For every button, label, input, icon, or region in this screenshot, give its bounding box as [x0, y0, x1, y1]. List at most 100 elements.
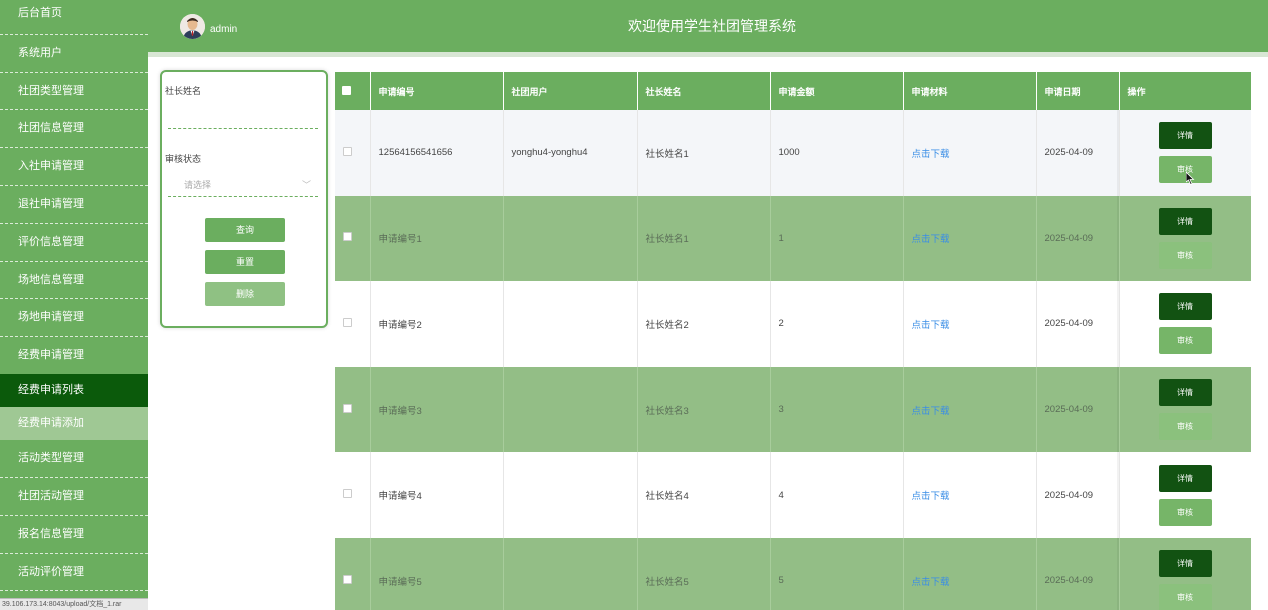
table-header-row: 申请编号 社团用户 社长姓名 申请金额 申请材料 申请日期 操作	[335, 72, 1251, 110]
detail-button[interactable]: 详情	[1158, 379, 1212, 407]
header-operations: 操作	[1119, 72, 1251, 110]
select-all-checkbox[interactable]	[342, 85, 351, 95]
cell-president: 社长姓名1	[637, 195, 771, 282]
cell-amount: 3	[770, 366, 904, 453]
header-date: 申请日期	[1036, 72, 1120, 110]
header-president-name: 社长姓名	[637, 72, 771, 110]
table-row: 申请编号5 社长姓名5 5 点击下载 2025-04-09 详情审核	[335, 537, 1251, 610]
sidebar-item-venue-application[interactable]: 场地申请管理	[0, 299, 148, 338]
cell-date: 2025-04-09	[1036, 537, 1120, 610]
sidebar-item-home[interactable]: 后台首页	[0, 0, 148, 35]
audit-status-underline	[168, 196, 318, 197]
sidebar-item-funding-application[interactable]: 经费申请管理	[0, 337, 148, 374]
row-checkbox[interactable]	[343, 317, 352, 327]
sidebar-item-activity-type[interactable]: 活动类型管理	[0, 440, 148, 478]
cell-user	[503, 537, 638, 610]
download-link[interactable]: 点击下载	[912, 320, 950, 331]
audit-button[interactable]: 审核	[1158, 156, 1212, 184]
cell-president: 社长姓名2	[637, 281, 771, 367]
download-link[interactable]: 点击下载	[912, 577, 950, 588]
cell-code: 申请编号2	[370, 281, 504, 367]
cell-code: 申请编号3	[370, 366, 504, 453]
table-row: 12564156541656 yonghu4-yonghu4 社长姓名1 100…	[335, 110, 1251, 196]
header-application-code: 申请编号	[370, 72, 504, 110]
cell-amount: 2	[770, 281, 904, 367]
download-link[interactable]: 点击下载	[912, 149, 950, 160]
row-checkbox[interactable]	[343, 232, 352, 242]
audit-status-label: 审核状态	[165, 154, 202, 164]
cell-amount: 5	[770, 537, 904, 610]
cell-date: 2025-04-09	[1036, 110, 1120, 196]
cell-code: 申请编号1	[370, 195, 504, 282]
fixed-column-shadow	[1117, 110, 1119, 610]
audit-button[interactable]: 审核	[1158, 413, 1212, 441]
header-amount: 申请金额	[770, 72, 904, 110]
header-divider	[148, 52, 1268, 57]
row-checkbox[interactable]	[343, 403, 352, 413]
sidebar-item-join-application[interactable]: 入社申请管理	[0, 148, 148, 186]
sidebar-item-club-info[interactable]: 社团信息管理	[0, 110, 148, 149]
detail-button[interactable]: 详情	[1158, 207, 1212, 235]
table-row: 申请编号4 社长姓名4 4 点击下载 2025-04-09 详情审核	[335, 452, 1251, 538]
sidebar-item-registration[interactable]: 报名信息管理	[0, 516, 148, 554]
sidebar-item-system-users[interactable]: 系统用户	[0, 35, 148, 73]
query-button[interactable]: 查询	[205, 218, 285, 242]
cell-code: 申请编号5	[370, 537, 504, 610]
president-name-label: 社长姓名	[165, 86, 202, 96]
audit-button[interactable]: 审核	[1158, 584, 1212, 610]
sidebar-item-funding-add[interactable]: 经费申请添加	[0, 407, 148, 441]
download-link[interactable]: 点击下载	[912, 234, 950, 245]
row-checkbox[interactable]	[343, 489, 352, 499]
cell-president: 社长姓名4	[637, 452, 771, 538]
download-link[interactable]: 点击下载	[912, 406, 950, 417]
detail-button[interactable]: 详情	[1158, 293, 1212, 321]
sidebar: 后台首页 系统用户 社团类型管理 社团信息管理 入社申请管理 退社申请管理 评价…	[0, 0, 148, 610]
top-header: admin 欢迎使用学生社团管理系统	[148, 0, 1268, 52]
detail-button[interactable]: 详情	[1158, 122, 1212, 150]
cell-amount: 4	[770, 452, 904, 538]
audit-button[interactable]: 审核	[1158, 327, 1212, 355]
president-name-underline	[168, 128, 318, 129]
download-link[interactable]: 点击下载	[912, 491, 950, 502]
sidebar-item-quit-application[interactable]: 退社申请管理	[0, 186, 148, 224]
audit-button[interactable]: 审核	[1158, 241, 1212, 269]
table-row: 申请编号3 社长姓名3 3 点击下载 2025-04-09 详情 审核	[335, 366, 1251, 453]
cell-user	[503, 281, 638, 367]
delete-button[interactable]: 删除	[205, 282, 285, 306]
cell-amount: 1000	[770, 110, 904, 196]
page-title: 欢迎使用学生社团管理系统	[628, 18, 796, 34]
header-club-user: 社团用户	[503, 72, 638, 110]
cell-code: 12564156541656	[370, 110, 504, 196]
sidebar-item-club-activity[interactable]: 社团活动管理	[0, 478, 148, 516]
cell-amount: 1	[770, 195, 904, 282]
cell-user	[503, 195, 638, 282]
row-checkbox[interactable]	[343, 146, 352, 156]
detail-button[interactable]: 详情	[1158, 550, 1212, 578]
cell-user	[503, 452, 638, 538]
audit-button[interactable]: 审核	[1158, 498, 1212, 526]
cell-president: 社长姓名3	[637, 366, 771, 453]
sidebar-item-club-type[interactable]: 社团类型管理	[0, 73, 148, 111]
cell-date: 2025-04-09	[1036, 195, 1120, 282]
cell-president: 社长姓名1	[637, 110, 771, 196]
reset-button[interactable]: 重置	[205, 250, 285, 274]
detail-button[interactable]: 详情	[1158, 464, 1212, 492]
row-checkbox[interactable]	[343, 574, 352, 584]
sidebar-item-funding-list[interactable]: 经费申请列表	[0, 374, 148, 408]
cell-president: 社长姓名5	[637, 537, 771, 610]
cell-date: 2025-04-09	[1036, 281, 1120, 367]
cell-user: yonghu4-yonghu4	[503, 110, 638, 196]
president-name-input[interactable]	[168, 100, 318, 126]
table-row: 申请编号1 社长姓名1 1 点击下载 2025-04-09 详情审核	[335, 195, 1251, 282]
search-panel: 社长姓名 审核状态 请选择 ﹀ 查询 重置 删除	[160, 70, 328, 328]
sidebar-item-reviews[interactable]: 评价信息管理	[0, 224, 148, 262]
cell-code: 申请编号4	[370, 452, 504, 538]
sidebar-item-venue-info[interactable]: 场地信息管理	[0, 262, 148, 300]
audit-status-placeholder: 请选择	[184, 180, 212, 190]
chevron-down-icon: ﹀	[302, 180, 312, 190]
cell-user	[503, 366, 638, 453]
status-bar-url: 39.106.173.14:8043/upload/文档_1.rar	[0, 598, 148, 610]
cell-date: 2025-04-09	[1036, 452, 1120, 538]
sidebar-item-activity-review[interactable]: 活动评价管理	[0, 554, 148, 592]
select-all-checkbox-cell	[335, 72, 371, 110]
